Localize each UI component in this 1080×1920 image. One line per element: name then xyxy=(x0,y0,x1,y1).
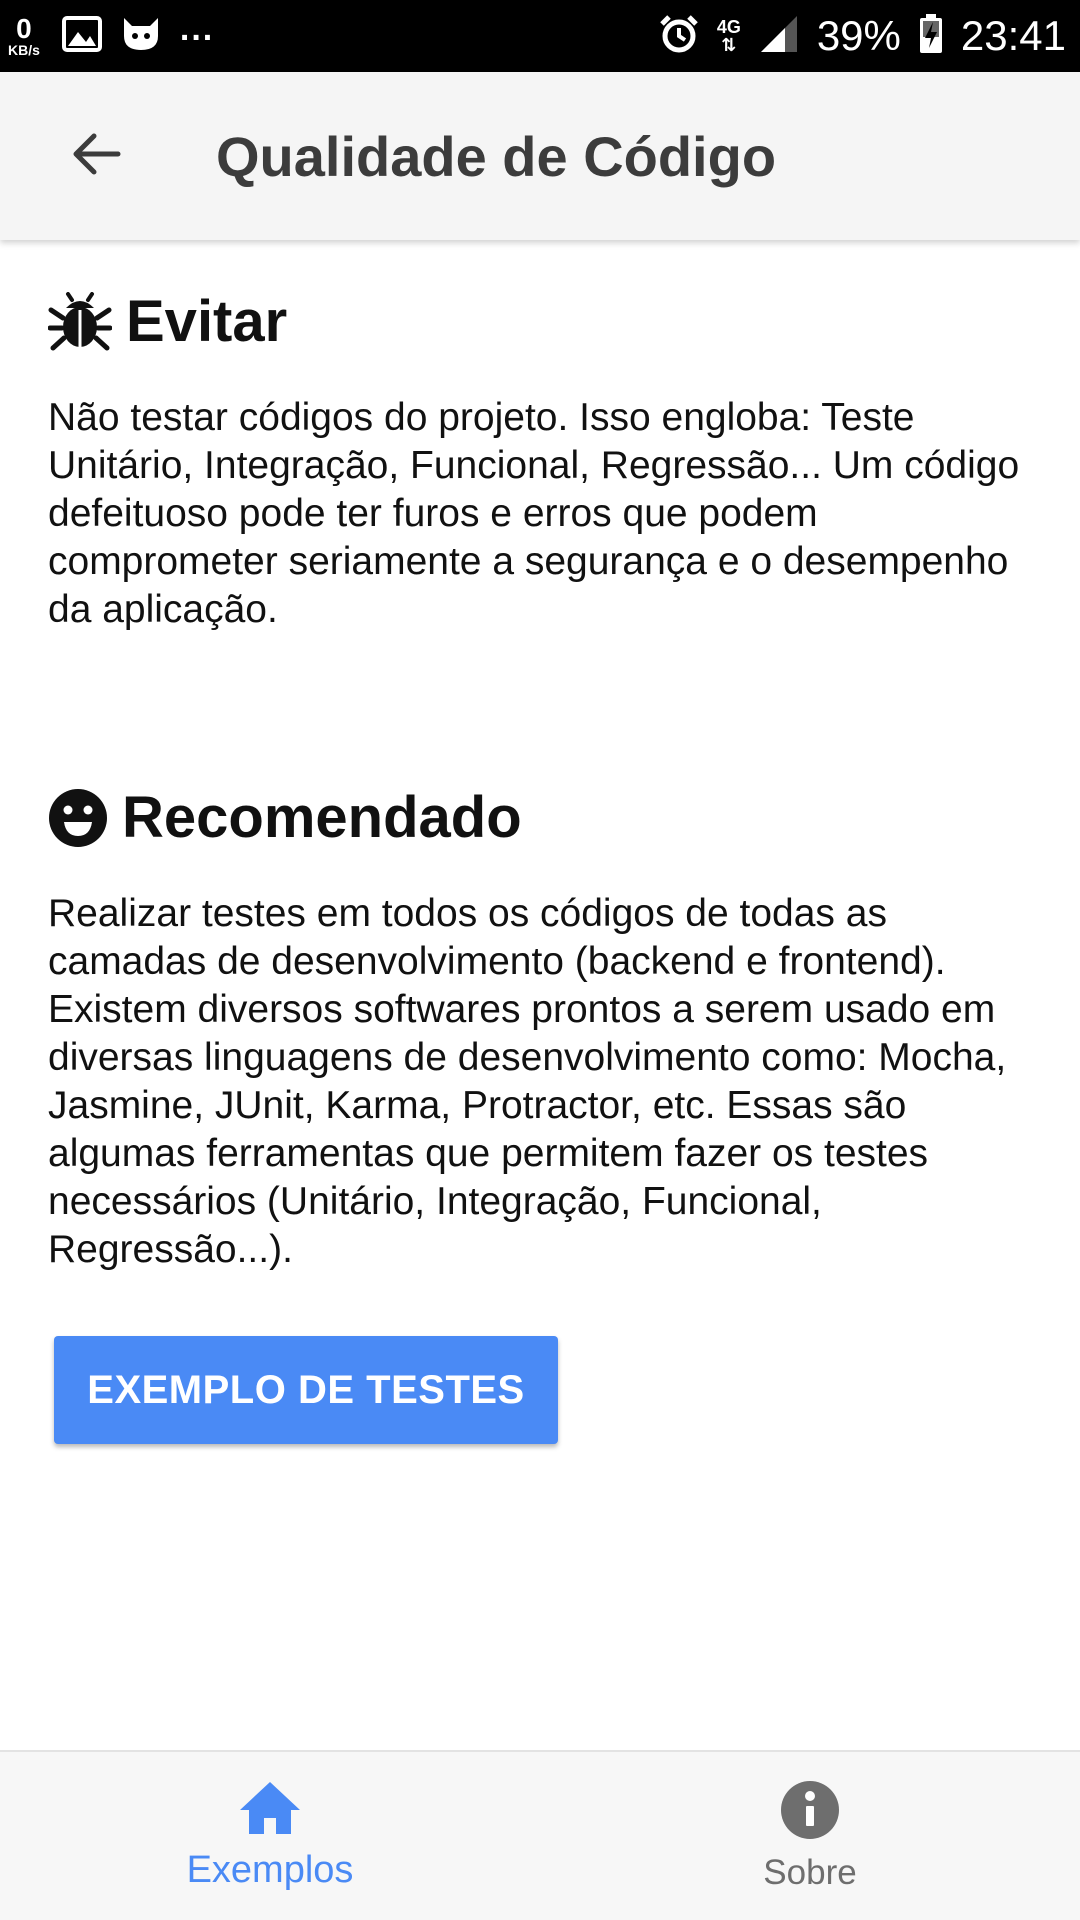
smiley-icon xyxy=(48,788,108,848)
back-button[interactable] xyxy=(48,108,144,204)
section-heading-recomendado: Recomendado xyxy=(48,784,522,851)
cat-app-icon xyxy=(120,14,162,59)
nav-label-sobre: Sobre xyxy=(763,1852,857,1892)
gallery-icon xyxy=(61,15,102,57)
status-bar-right: 4G ⇅ 39% 23:41 xyxy=(659,12,1066,60)
battery-percent: 39% xyxy=(816,12,901,59)
network-speed: 0 KB/s xyxy=(8,13,40,58)
exemplo-de-testes-button[interactable]: EXEMPLO DE TESTES xyxy=(54,1336,558,1444)
battery-charging-icon xyxy=(919,13,943,59)
page-title: Qualidade de Código xyxy=(216,124,777,188)
network-speed-unit: KB/s xyxy=(8,42,40,58)
nav-item-exemplos[interactable]: Exemplos xyxy=(0,1752,540,1920)
home-icon xyxy=(238,1780,302,1841)
app-bar: Qualidade de Código xyxy=(0,72,1080,240)
clock: 23:41 xyxy=(960,12,1066,59)
section-text-evitar: Não testar códigos do projeto. Isso engl… xyxy=(48,396,1020,631)
section-heading-evitar: Evitar xyxy=(48,288,287,355)
section-heading-text: Evitar xyxy=(126,289,288,354)
screen: 0 KB/s ... 4G ⇅ 39% 23:41 Qualidade de C… xyxy=(0,0,1080,1920)
signal-icon xyxy=(759,14,799,59)
section-text-recomendado: Realizar testes em todos os códigos de t… xyxy=(48,892,1007,1271)
network-type: 4G ⇅ xyxy=(717,18,741,54)
more-notifications: ... xyxy=(179,9,215,48)
network-speed-value: 0 xyxy=(16,13,32,44)
data-arrows-icon: ⇅ xyxy=(721,35,737,55)
network-type-label: 4G xyxy=(716,17,741,37)
status-bar-left: 0 KB/s ... xyxy=(8,10,214,59)
bottom-navigation: Exemplos Sobre xyxy=(0,1750,1080,1920)
status-bar: 0 KB/s ... 4G ⇅ 39% 23:41 xyxy=(0,0,1080,72)
arrow-left-icon xyxy=(70,132,122,181)
info-icon xyxy=(780,1780,840,1845)
section-heading-text: Recomendado xyxy=(122,785,522,850)
alarm-icon xyxy=(659,14,699,59)
nav-item-sobre[interactable]: Sobre xyxy=(540,1752,1080,1920)
nav-label-exemplos: Exemplos xyxy=(186,1849,354,1891)
bug-icon xyxy=(48,291,112,352)
